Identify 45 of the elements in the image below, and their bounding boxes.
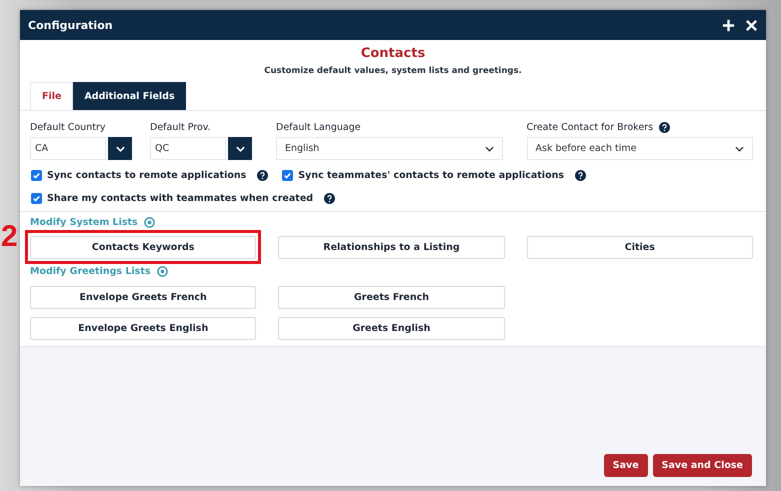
close-icon[interactable] <box>745 18 758 32</box>
plus-icon[interactable] <box>722 18 735 32</box>
chevron-icon <box>236 146 244 152</box>
list-button[interactable]: Relationships to a Listing <box>278 236 505 259</box>
dropdown-field[interactable]: Ask before each time <box>526 137 753 160</box>
save-and-close-button[interactable]: Save and Close <box>652 454 752 477</box>
section-label: Modify System Lists <box>30 216 138 228</box>
list-button[interactable]: Envelope Greets French <box>30 286 256 309</box>
text-field[interactable]: CA <box>30 137 106 160</box>
chevron-icon <box>116 146 124 152</box>
dropdown-button[interactable] <box>108 137 132 160</box>
tab[interactable]: File <box>30 82 74 110</box>
help-icon[interactable] <box>575 170 586 180</box>
list-button[interactable]: Greets French <box>278 286 505 309</box>
checkbox[interactable] <box>31 170 42 180</box>
checkbox-label: Sync teammates' contacts to remote applications <box>298 170 564 180</box>
list-button[interactable]: Envelope Greets English <box>30 317 256 340</box>
section-label: Modify Greetings Lists <box>30 266 151 276</box>
list-button[interactable]: Contacts Keywords <box>30 236 256 259</box>
field-label: Default Prov. <box>150 122 211 132</box>
chevron-icon <box>735 146 744 152</box>
tab[interactable]: Additional Fields <box>73 82 186 110</box>
help-icon[interactable] <box>659 122 670 132</box>
list-button[interactable]: Greets English <box>278 317 505 340</box>
subtitle: Customize default values, system lists and greetings. <box>20 61 766 82</box>
help-icon[interactable] <box>257 170 268 180</box>
dropdown-field[interactable]: English <box>276 137 502 160</box>
field-label: Create Contact for Brokers <box>526 122 654 132</box>
dropdown-button[interactable] <box>228 137 252 160</box>
field-label: Default Language <box>276 122 361 132</box>
checkbox[interactable] <box>31 192 42 204</box>
checkbox-label: Sync contacts to remote applications <box>47 170 246 180</box>
window-title: Configuration <box>28 18 113 32</box>
info-icon[interactable] <box>144 216 155 228</box>
checkbox-label: Share my contacts with teammates when created <box>47 192 314 204</box>
checkbox[interactable] <box>282 170 294 180</box>
text-field[interactable]: QC <box>150 137 226 160</box>
chevron-icon <box>484 146 494 152</box>
field-label: Default Country <box>30 122 106 132</box>
help-icon[interactable] <box>324 192 336 204</box>
save-button[interactable]: Save <box>604 454 648 477</box>
list-button[interactable]: Cities <box>526 236 753 259</box>
info-icon[interactable] <box>156 266 168 276</box>
section-heading: Contacts <box>20 40 766 61</box>
step-number: 2 <box>1 222 18 252</box>
